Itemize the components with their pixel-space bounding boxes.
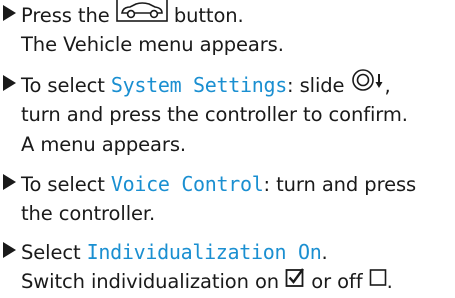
controller-slide-down-icon [351, 68, 385, 101]
step-3-text-after: : turn and press [263, 173, 417, 196]
car-icon [115, 0, 168, 31]
step-4-line-2-before: Switch individualization on [21, 270, 286, 293]
step-2-text-mid: : slide [287, 74, 351, 97]
step-2-line-2: turn and press the controller to confirm… [21, 103, 408, 126]
step-3-line-2: the controller. [21, 202, 156, 225]
step-4-text-before: Select [21, 241, 87, 264]
step-text: Select Individualization On. Switch indi… [21, 237, 393, 297]
step-1-text-before: Press the [21, 4, 116, 27]
step-3-text-before: To select [21, 173, 111, 196]
step-2-text-before: To select [21, 74, 111, 97]
menu-term-individualization-on: Individualization On [86, 240, 322, 264]
instruction-step-4: Select Individualization On. Switch indi… [0, 237, 455, 297]
instruction-step-3: To select Voice Control: turn and press … [0, 169, 455, 229]
step-1-result: The Vehicle menu appears. [21, 33, 284, 56]
checkbox-empty-icon [369, 266, 387, 296]
step-4-line-2-mid: or off [305, 270, 369, 293]
bullet-arrow-icon [0, 0, 21, 21]
step-2-result: A menu appears. [21, 133, 186, 156]
instruction-step-2: To select System Settings: slide , turn … [0, 68, 455, 160]
bullet-arrow-icon [0, 237, 21, 258]
bullet-arrow-icon [0, 169, 21, 190]
step-4-line-2-after: . [386, 270, 393, 293]
step-text: To select Voice Control: turn and press … [21, 169, 416, 229]
instruction-step-1: Press the button. The Vehicle menu appea… [0, 0, 455, 60]
step-text: To select System Settings: slide , turn … [21, 68, 408, 160]
step-2-text-after: , [384, 74, 391, 97]
checkbox-checked-icon [285, 266, 305, 296]
step-1-text-after: button. [167, 4, 244, 27]
step-4-text-after: . [321, 241, 328, 264]
step-text: Press the button. The Vehicle menu appea… [21, 0, 284, 60]
menu-term-system-settings: System Settings [110, 73, 287, 97]
menu-term-voice-control: Voice Control [110, 172, 264, 196]
bullet-arrow-icon [0, 70, 21, 91]
